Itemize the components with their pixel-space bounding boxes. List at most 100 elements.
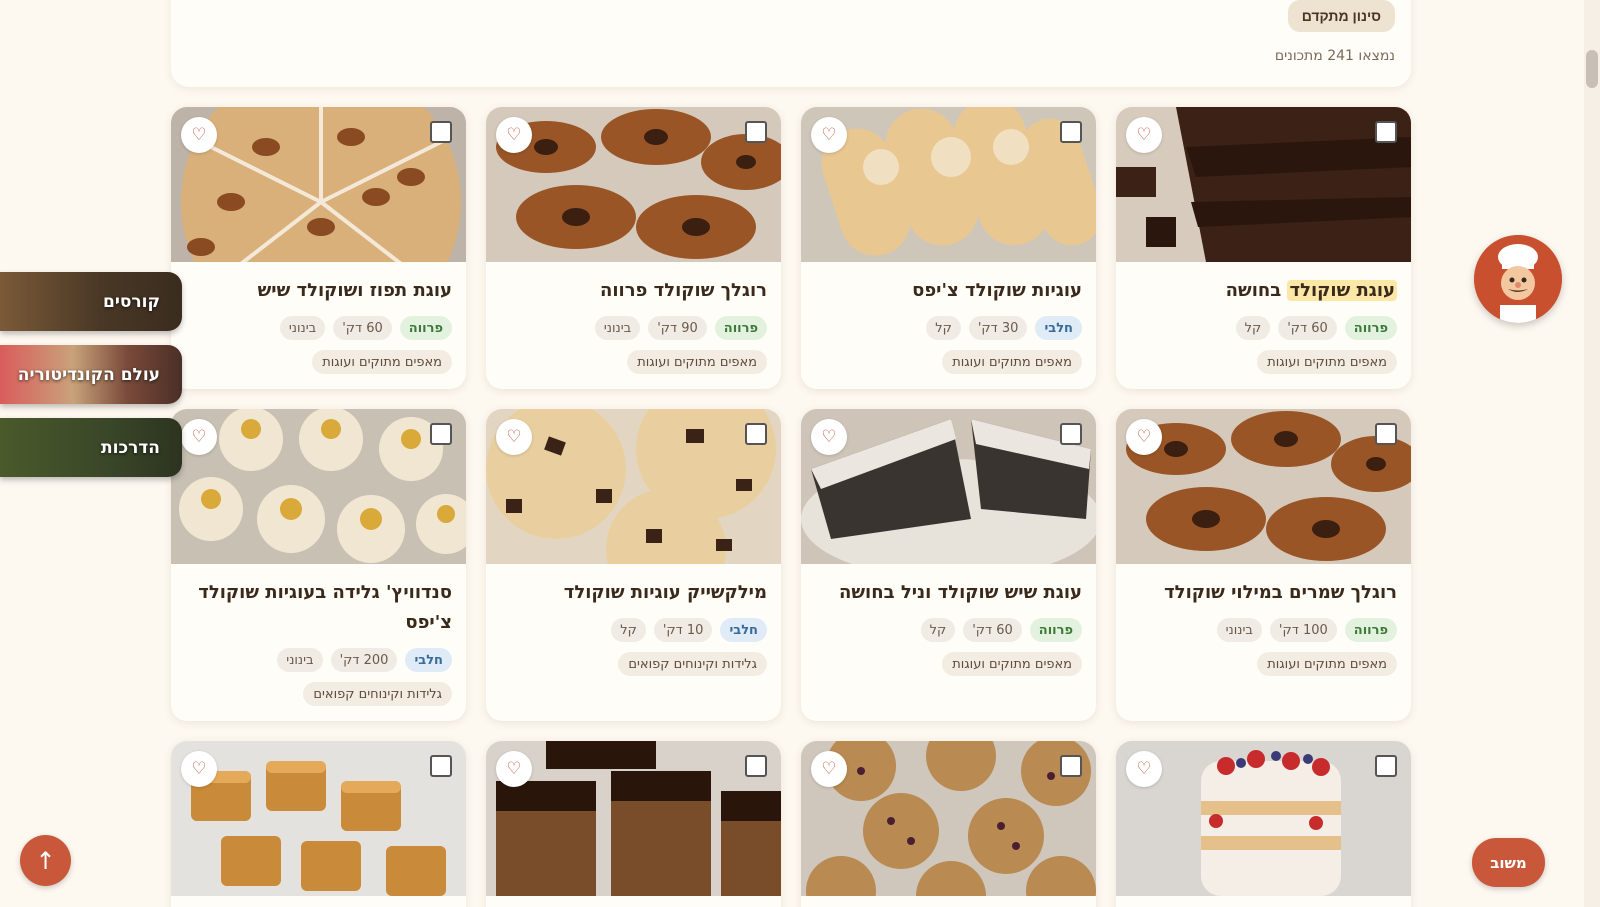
category-badge[interactable]: מאפים מתוקים ועוגות [942,350,1082,374]
difficulty-badge: קל [926,316,961,340]
side-nav-courses-label: קורסים [103,291,160,312]
time-badge: 100 דק' [1269,618,1337,642]
recipe-image[interactable]: ♡ [1116,409,1411,564]
recipe-tags: פרווה 90 דק' בינוני [500,316,767,340]
recipe-card[interactable]: ♡ עוגת תפוז ושוקולד שיש פרווה 60 דק' בינ… [171,107,466,389]
recipe-card[interactable]: ♡ עוגת שוקולד בחושה פרווה 60 דק' קל מאפי… [1116,107,1411,389]
recipe-image[interactable]: ♡ [171,741,466,896]
recipe-title[interactable]: עוגת שיש שוקולד וניל בחושה [815,578,1082,608]
difficulty-badge: בינוני [1216,618,1262,642]
chef-icon [1474,235,1562,323]
kosher-badge: פרווה [1344,316,1397,340]
recipe-title[interactable]: עוגת תפוז ושוקולד שיש [185,276,452,306]
select-checkbox[interactable] [1375,755,1397,777]
recipe-card[interactable]: ♡ מילקשייק עוגיות שוקולד חלבי 10 דק' קל … [486,409,781,721]
heart-icon[interactable]: ♡ [496,419,532,455]
side-nav-guides-label: הדרכות [101,437,160,458]
select-checkbox[interactable] [430,755,452,777]
recipe-title[interactable]: רוגלך שמרים במילוי שוקולד [1130,578,1397,608]
category-badge[interactable]: מאפים מתוקים ועוגות [1257,652,1397,676]
recipe-title[interactable]: מילקשייק עוגיות שוקולד [500,578,767,608]
chef-assistant-avatar[interactable] [1474,235,1562,323]
category-badge[interactable]: מאפים מתוקים ועוגות [942,652,1082,676]
recipe-title[interactable]: עוגיות שוקולד צ'יפס [815,276,1082,306]
recipe-tags: חלבי 200 דק' בינוני [185,648,452,672]
recipe-card[interactable]: ♡ רוגלך שמרים במילוי שוקולד פרווה 100 דק… [1116,409,1411,721]
recipe-tags: פרווה 60 דק' קל [815,618,1082,642]
recipe-image[interactable]: ♡ [486,107,781,262]
recipe-image[interactable]: ♡ [801,741,1096,896]
select-checkbox[interactable] [1375,121,1397,143]
select-checkbox[interactable] [745,423,767,445]
recipe-title-text: רוגלך שוקולד פרווה [599,280,767,301]
category-badge[interactable]: מאפים מתוקים ועוגות [627,350,767,374]
scrollbar-thumb[interactable] [1586,50,1598,88]
category-badge[interactable]: מאפים מתוקים ועוגות [1257,350,1397,374]
recipe-title-text: מילקשייק עוגיות שוקולד [563,582,767,603]
recipe-image[interactable]: ♡ [171,107,466,262]
recipe-tags: פרווה 100 דק' בינוני [1130,618,1397,642]
select-checkbox[interactable] [745,121,767,143]
category-badge[interactable]: מאפים מתוקים ועוגות [312,350,452,374]
difficulty-badge: בינוני [279,316,326,340]
side-nav-pastry-world[interactable]: עולם הקונדיטוריה [0,345,182,404]
category-badge[interactable]: גלידות וקינוחים קפואים [618,652,767,676]
heart-icon[interactable]: ♡ [496,117,532,153]
select-checkbox[interactable] [1060,755,1082,777]
recipe-title[interactable]: סנדוויץ' גלידה בעוגיות שוקולד צ'יפס [185,578,452,638]
difficulty-badge: בינוני [277,648,323,672]
time-badge: 30 דק' [968,316,1028,340]
advanced-filter-button[interactable]: סינון מתקדם [1287,0,1395,32]
kosher-badge: חלבי [1035,316,1082,340]
heart-icon[interactable]: ♡ [1126,419,1162,455]
select-checkbox[interactable] [1060,423,1082,445]
category-badge[interactable]: גלידות וקינוחים קפואים [303,682,452,706]
select-checkbox[interactable] [430,121,452,143]
recipe-tags: חלבי 30 דק' קל [815,316,1082,340]
recipe-image[interactable]: ♡ [1116,107,1411,262]
select-checkbox[interactable] [1375,423,1397,445]
results-count: נמצאו 241 מתכונים [1274,48,1395,64]
recipe-card[interactable]: ♡ [486,741,781,907]
select-checkbox[interactable] [430,423,452,445]
side-nav-pastry-world-label: עולם הקונדיטוריה [17,364,160,385]
heart-icon[interactable]: ♡ [181,419,217,455]
back-to-top-button[interactable]: ↑ [20,835,71,886]
heart-icon[interactable]: ♡ [496,751,532,787]
side-nav-guides[interactable]: הדרכות [0,418,182,477]
recipe-image[interactable]: ♡ [801,107,1096,262]
recipe-tags: פרווה 60 דק' קל [1130,316,1397,340]
recipe-image[interactable]: ♡ [486,741,781,896]
recipe-card[interactable]: ♡ סנדוויץ' גלידה בעוגיות שוקולד צ'יפס חל… [171,409,466,721]
time-badge: 90 דק' [648,316,707,340]
heart-icon[interactable]: ♡ [811,751,847,787]
recipe-card[interactable]: ♡ [801,741,1096,907]
heart-icon[interactable]: ♡ [1126,117,1162,153]
recipe-image[interactable]: ♡ [171,409,466,564]
recipe-tags: חלבי 10 דק' קל [500,618,767,642]
kosher-badge: פרווה [399,316,452,340]
recipe-image[interactable]: ♡ [486,409,781,564]
recipe-title-text: סנדוויץ' גלידה בעוגיות שוקולד צ'יפס [198,582,452,633]
difficulty-badge: קל [920,618,956,642]
recipe-image[interactable]: ♡ [801,409,1096,564]
recipe-card[interactable]: ♡ [1116,741,1411,907]
scrollbar-track[interactable] [1584,0,1600,907]
select-checkbox[interactable] [745,755,767,777]
kosher-badge: פרווה [714,316,767,340]
heart-icon[interactable]: ♡ [1126,751,1162,787]
heart-icon[interactable]: ♡ [181,117,217,153]
recipe-card[interactable]: ♡ [171,741,466,907]
recipe-title[interactable]: רוגלך שוקולד פרווה [500,276,767,306]
recipe-image[interactable]: ♡ [1116,741,1411,896]
heart-icon[interactable]: ♡ [181,751,217,787]
recipe-title[interactable]: עוגת שוקולד בחושה [1130,276,1397,306]
recipe-card[interactable]: ♡ רוגלך שוקולד פרווה פרווה 90 דק' בינוני… [486,107,781,389]
feedback-button[interactable]: משוב [1472,838,1545,887]
side-nav-courses[interactable]: קורסים [0,272,182,331]
heart-icon[interactable]: ♡ [811,117,847,153]
heart-icon[interactable]: ♡ [811,419,847,455]
select-checkbox[interactable] [1060,121,1082,143]
recipe-card[interactable]: ♡ עוגת שיש שוקולד וניל בחושה פרווה 60 דק… [801,409,1096,721]
recipe-card[interactable]: ♡ עוגיות שוקולד צ'יפס חלבי 30 דק' קל מאפ… [801,107,1096,389]
